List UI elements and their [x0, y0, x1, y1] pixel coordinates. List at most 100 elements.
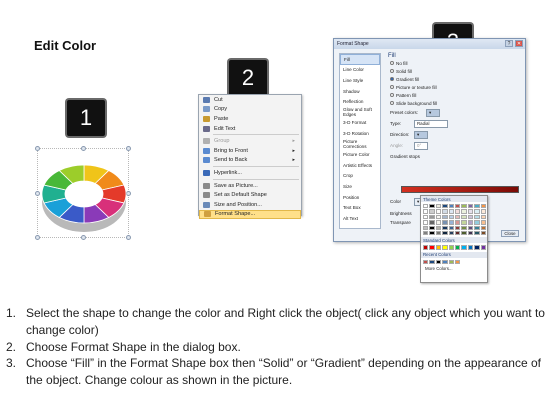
color-swatch[interactable]	[474, 245, 480, 250]
direction-dropdown[interactable]: ▾	[414, 130, 428, 139]
category-size[interactable]: Size	[340, 181, 380, 192]
fill-option-pattern-fill[interactable]: Pattern fill	[390, 91, 524, 99]
color-swatch[interactable]	[423, 209, 429, 214]
category-picture-color[interactable]: Picture Color	[340, 149, 380, 160]
color-swatch[interactable]	[467, 230, 474, 236]
color-swatch[interactable]	[448, 230, 454, 236]
color-swatch[interactable]	[435, 225, 442, 230]
color-swatch[interactable]	[461, 209, 467, 214]
color-swatch[interactable]	[461, 220, 467, 225]
fill-option-solid-fill[interactable]: Solid fill	[390, 67, 524, 75]
menu-item-send-to-back[interactable]: Send to Back ▸	[199, 156, 301, 166]
color-swatch[interactable]	[423, 259, 429, 265]
color-swatch[interactable]	[454, 245, 461, 250]
fill-option-gradient-fill[interactable]: Gradient fill	[390, 75, 524, 83]
color-swatch[interactable]	[467, 220, 474, 225]
color-swatch[interactable]	[442, 204, 448, 209]
category-picture-corrections[interactable]: Picture Corrections	[340, 139, 380, 150]
color-swatch[interactable]	[442, 209, 448, 214]
color-swatch[interactable]	[454, 209, 461, 214]
color-swatch[interactable]	[454, 220, 461, 225]
color-swatch[interactable]	[474, 209, 480, 214]
category-position[interactable]: Position	[340, 192, 380, 203]
color-swatch[interactable]	[448, 220, 454, 225]
color-swatch[interactable]	[429, 204, 435, 209]
color-swatch[interactable]	[461, 230, 467, 236]
category-alt-text[interactable]: Alt Text	[340, 213, 380, 224]
color-swatch[interactable]	[423, 225, 429, 230]
color-swatch[interactable]	[429, 230, 435, 236]
color-swatch[interactable]	[480, 214, 486, 220]
color-swatch[interactable]	[467, 204, 474, 209]
fill-option-no-fill[interactable]: No fill	[390, 59, 524, 67]
color-swatch[interactable]	[454, 225, 461, 230]
color-swatch[interactable]	[480, 209, 486, 214]
color-swatch[interactable]	[480, 204, 486, 209]
category-line-color[interactable]: Line Color	[340, 65, 380, 76]
type-dropdown[interactable]: Radial	[414, 119, 448, 128]
color-swatch[interactable]	[435, 230, 442, 236]
menu-item-hyperlink[interactable]: Hyperlink...	[199, 168, 301, 178]
category-crop[interactable]: Crop	[340, 171, 380, 182]
color-swatch[interactable]	[435, 214, 442, 220]
color-swatch[interactable]	[474, 220, 480, 225]
menu-item-cut[interactable]: Cut	[199, 95, 301, 105]
color-swatch[interactable]	[429, 220, 435, 225]
preset-colors-dropdown[interactable]: ▾	[426, 108, 440, 117]
category-text-box[interactable]: Text Box	[340, 202, 380, 213]
color-swatch[interactable]	[480, 225, 486, 230]
color-swatch[interactable]	[429, 259, 435, 265]
color-swatch[interactable]	[467, 209, 474, 214]
color-swatch[interactable]	[461, 214, 467, 220]
menu-item-copy[interactable]: Copy	[199, 105, 301, 115]
color-swatch[interactable]	[429, 214, 435, 220]
color-swatch[interactable]	[448, 214, 454, 220]
color-swatch[interactable]	[423, 245, 429, 250]
menu-item-save-as-picture[interactable]: Save as Picture...	[199, 181, 301, 191]
color-swatch[interactable]	[480, 220, 486, 225]
category-3-d-rotation[interactable]: 3-D Rotation	[340, 128, 380, 139]
color-swatch[interactable]	[454, 214, 461, 220]
color-swatch[interactable]	[442, 214, 448, 220]
category-3-d-format[interactable]: 3-D Format	[340, 118, 380, 129]
color-swatch[interactable]	[461, 204, 467, 209]
color-swatch[interactable]	[435, 220, 442, 225]
puzzle-ring-graphic[interactable]	[38, 150, 130, 240]
menu-item-size-and-position[interactable]: Size and Position...	[199, 200, 301, 210]
color-swatch[interactable]	[474, 204, 480, 209]
color-swatch[interactable]	[435, 204, 442, 209]
color-swatch[interactable]	[480, 230, 486, 236]
color-swatch[interactable]	[429, 209, 435, 214]
more-colors-link[interactable]: More Colors...	[421, 266, 487, 271]
close-icon[interactable]: ✕	[515, 40, 523, 47]
category-reflection[interactable]: Reflection	[340, 96, 380, 107]
fill-option-slide-background-fill[interactable]: Slide background fill	[390, 99, 524, 107]
radio-icon[interactable]	[390, 77, 394, 81]
color-swatch[interactable]	[474, 230, 480, 236]
color-swatch[interactable]	[448, 204, 454, 209]
color-swatch[interactable]	[454, 259, 461, 265]
radio-icon[interactable]	[390, 69, 394, 73]
color-swatch[interactable]	[461, 245, 467, 250]
close-button[interactable]: Close	[501, 230, 519, 237]
color-swatch[interactable]	[474, 214, 480, 220]
color-swatch[interactable]	[429, 225, 435, 230]
category-fill[interactable]: Fill	[340, 54, 380, 65]
menu-item-set-as-default-shape[interactable]: Set as Default Shape	[199, 190, 301, 200]
radio-icon[interactable]	[390, 101, 394, 105]
radio-icon[interactable]	[390, 61, 394, 65]
category-line-style[interactable]: Line Style	[340, 75, 380, 86]
menu-item-format-shape[interactable]: Format Shape...	[199, 209, 301, 220]
color-swatch[interactable]	[474, 225, 480, 230]
color-swatch[interactable]	[480, 245, 486, 250]
color-swatch[interactable]	[442, 245, 448, 250]
help-button[interactable]: ?	[505, 40, 513, 47]
menu-item-group[interactable]: Group ▸	[199, 136, 301, 146]
menu-item-paste[interactable]: Paste	[199, 114, 301, 124]
category-artistic-effects[interactable]: Artistic Effects	[340, 160, 380, 171]
color-swatch[interactable]	[423, 220, 429, 225]
angle-input[interactable]: 0°	[414, 141, 428, 150]
color-swatch[interactable]	[423, 214, 429, 220]
fill-option-picture-or-texture-fill[interactable]: Picture or texture fill	[390, 83, 524, 91]
color-swatch[interactable]	[442, 259, 448, 265]
